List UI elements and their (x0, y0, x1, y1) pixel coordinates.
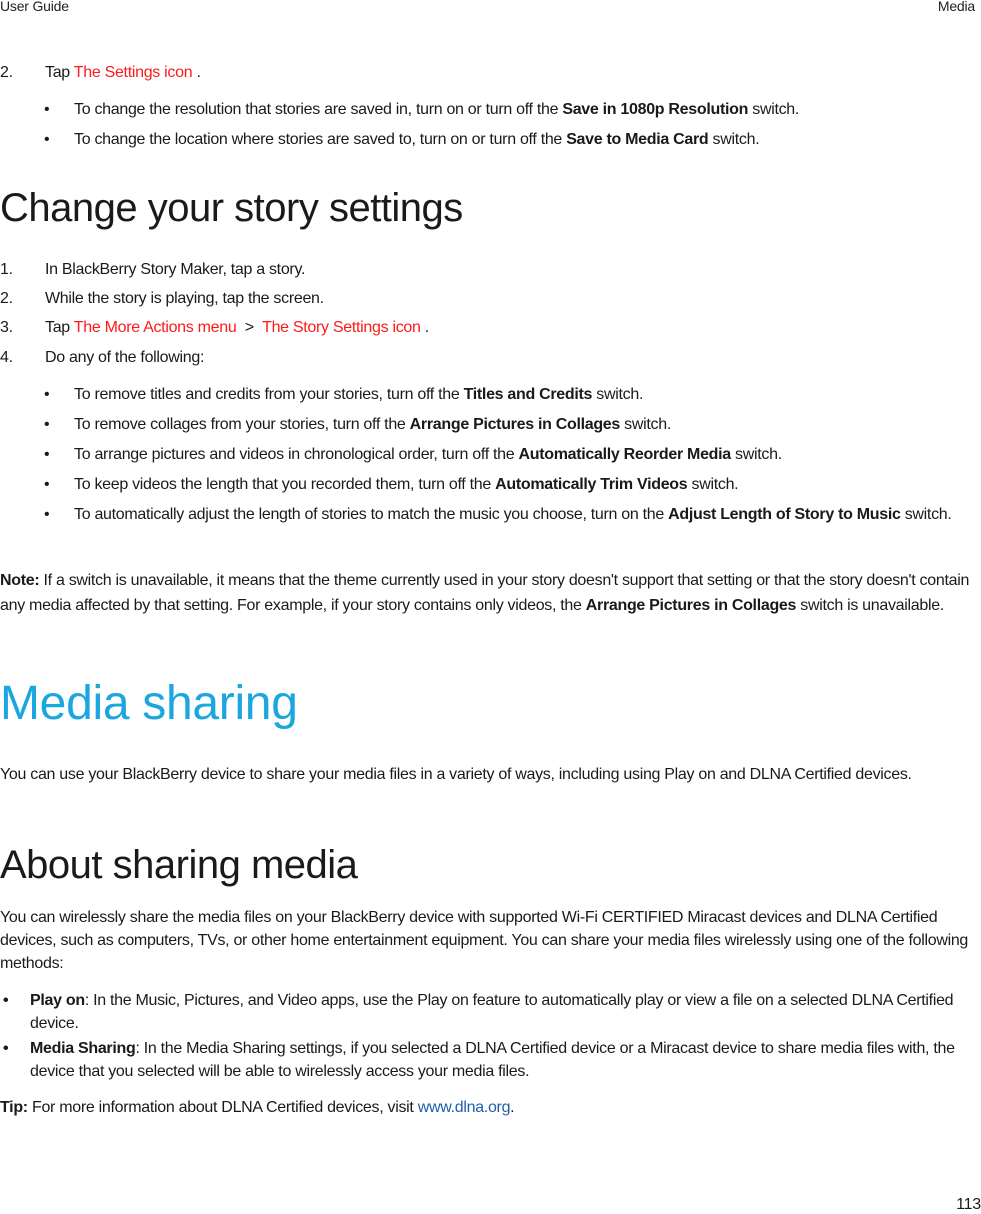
media-sharing-intro: You can use your BlackBerry device to sh… (0, 766, 912, 783)
about-sharing-intro: You can wirelessly share the media files… (0, 909, 969, 972)
step-item: 4. Do any of the following: (0, 349, 205, 366)
list-item: • To change the resolution that stories … (0, 98, 981, 122)
step-number: 2. (0, 64, 13, 81)
list-item: • Media Sharing: In the Media Sharing se… (0, 1037, 981, 1085)
list-item: • To arrange pictures and videos in chro… (0, 443, 981, 467)
running-header-right: Media (937, 0, 975, 14)
note-label: Note: (0, 572, 40, 589)
bullet-icon: • (44, 386, 50, 403)
section-heading-about-sharing: About sharing media (0, 843, 358, 887)
bullet-icon: • (3, 1040, 9, 1057)
section-heading-story-settings: Change your story settings (0, 186, 463, 230)
page-number: 113 (956, 1196, 981, 1213)
list-item: • To remove titles and credits from your… (0, 383, 981, 407)
settings-icon-link[interactable]: The Settings icon (74, 64, 193, 81)
step-item: 3. Tap The More Actions menu > The Story… (0, 319, 429, 336)
running-header-left: User Guide (0, 0, 69, 14)
list-item: • Play on: In the Music, Pictures, and V… (0, 989, 981, 1037)
intro-step: 2. Tap The Settings icon . (0, 61, 981, 85)
list-item: • To remove collages from your stories, … (0, 413, 981, 437)
tip-label: Tip: (0, 1099, 28, 1116)
bullet-icon: • (44, 446, 50, 463)
story-settings-icon-link[interactable]: The Story Settings icon (262, 319, 421, 336)
bullet-icon: • (3, 992, 9, 1009)
list-item: • To automatically adjust the length of … (0, 503, 981, 551)
bullet-icon: • (44, 506, 50, 523)
bullet-icon: • (44, 131, 50, 148)
bullet-icon: • (44, 416, 50, 433)
more-actions-menu-link[interactable]: The More Actions menu (74, 319, 237, 336)
dlna-website-link[interactable]: www.dlna.org (418, 1099, 511, 1116)
step-item: 1. In BlackBerry Story Maker, tap a stor… (0, 261, 306, 278)
bullet-icon: • (44, 476, 50, 493)
list-item: • To keep videos the length that you rec… (0, 473, 981, 497)
chapter-heading-media-sharing: Media sharing (0, 677, 298, 730)
step-text: Tap The Settings icon . (45, 64, 201, 81)
note-paragraph: Note: If a switch is unavailable, it mea… (0, 572, 970, 614)
bullet-icon: • (44, 101, 50, 118)
list-item: • To change the location where stories a… (0, 128, 981, 152)
step-item: 2. While the story is playing, tap the s… (0, 290, 324, 307)
tip-paragraph: Tip: For more information about DLNA Cer… (0, 1099, 515, 1116)
